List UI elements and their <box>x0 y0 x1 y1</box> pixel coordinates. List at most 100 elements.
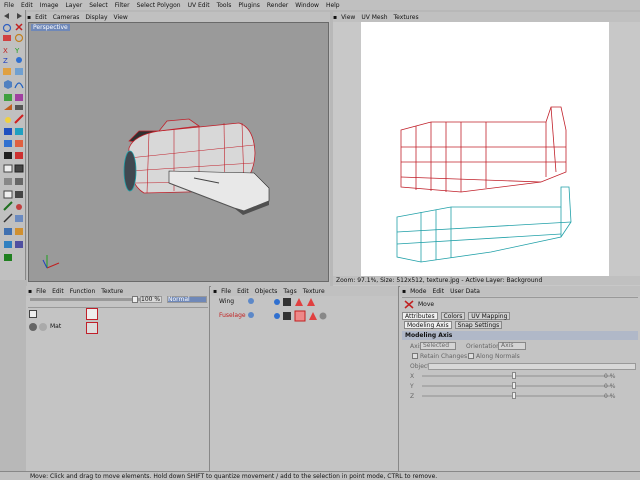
object-row-wing[interactable]: Wing <box>219 298 234 305</box>
menu-tools[interactable]: Tools <box>217 2 232 9</box>
menu-image[interactable]: Image <box>40 2 59 9</box>
grid-icon <box>4 178 12 185</box>
material-corner-icon: ▪ <box>28 287 33 295</box>
menu-edit[interactable]: Edit <box>21 2 33 9</box>
deformer-icon <box>4 104 12 110</box>
grid-icon <box>15 178 23 185</box>
menu-plugins[interactable]: Plugins <box>238 2 260 9</box>
x-label: X <box>410 373 415 380</box>
retain-changes-checkbox[interactable] <box>412 353 418 359</box>
axis-select[interactable]: Selected <box>420 342 456 350</box>
x-slider[interactable] <box>422 375 612 377</box>
material-divider <box>28 307 208 308</box>
layer-visibility-icon[interactable] <box>29 310 37 318</box>
material-ball-icon[interactable] <box>39 323 47 331</box>
along-normals-checkbox[interactable] <box>468 353 474 359</box>
viewport-menu-edit[interactable]: Edit <box>35 14 47 21</box>
airplane-model[interactable] <box>29 23 329 281</box>
tab-attributes[interactable]: Attributes <box>402 312 438 320</box>
menu-filter[interactable]: Filter <box>115 2 130 9</box>
material-ball-icon[interactable] <box>29 323 37 331</box>
tab-colors[interactable]: Colors <box>440 312 466 320</box>
uv-menu-uvmesh[interactable]: UV Mesh <box>361 14 387 21</box>
opacity-slider-handle[interactable] <box>132 296 138 303</box>
paint-icon <box>14 114 24 124</box>
material-menu-edit[interactable]: Edit <box>52 288 64 295</box>
redo-icon <box>17 13 22 19</box>
menu-help[interactable]: Help <box>326 2 340 9</box>
viewport-menu-view[interactable]: View <box>114 14 128 21</box>
render-view-icon <box>15 68 23 75</box>
viewport-canvas[interactable]: Perspective <box>28 22 329 282</box>
viewport-corner-icon: ▪ <box>27 13 32 21</box>
material-menu-function[interactable]: Function <box>70 288 96 295</box>
menu-uv-edit[interactable]: UV Edit <box>188 2 210 9</box>
uv-canvas[interactable] <box>361 22 609 276</box>
uv-menu-view[interactable]: View <box>341 14 355 21</box>
x-value[interactable]: 0 % <box>604 373 615 380</box>
menu-window[interactable]: Window <box>295 2 319 9</box>
x-slider-handle[interactable] <box>512 372 516 379</box>
move-tool-icon <box>404 300 414 309</box>
wing-tags[interactable] <box>273 297 323 307</box>
opacity-percent-field[interactable]: 100 % <box>140 296 162 303</box>
scale-icon <box>3 35 11 41</box>
spline-icon <box>14 82 24 89</box>
menu-file[interactable]: File <box>4 2 14 9</box>
along-normals-label: Along Normals <box>476 353 520 360</box>
object-link-field[interactable] <box>428 363 636 370</box>
extrude-icon <box>15 215 23 222</box>
z-slider-handle[interactable] <box>512 392 516 399</box>
mirror-icon <box>15 241 23 248</box>
objects-corner-icon: ▪ <box>213 287 218 295</box>
magnet-icon <box>16 204 22 210</box>
fuselage-tags[interactable] <box>273 310 327 322</box>
material-menu-file[interactable]: File <box>36 288 46 295</box>
objects-menu-tags[interactable]: Tags <box>283 288 296 295</box>
menu-layer[interactable]: Layer <box>65 2 82 9</box>
attributes-menu-edit[interactable]: Edit <box>432 288 444 295</box>
tab-uv-mapping[interactable]: UV Mapping <box>468 312 511 320</box>
menu-select-polygon[interactable]: Select Polygon <box>137 2 181 9</box>
tool-name: Move <box>418 301 435 308</box>
menu-render[interactable]: Render <box>267 2 288 9</box>
texture-thumb-icon[interactable] <box>86 322 98 334</box>
objects-menu-texture[interactable]: Texture <box>303 288 325 295</box>
attributes-manager: ▪ Mode Edit User Data Move Attributes Co… <box>400 286 640 471</box>
y-slider[interactable] <box>422 385 612 387</box>
bevel-icon <box>4 228 12 235</box>
orientation-select[interactable]: Axis <box>498 342 526 350</box>
retain-changes-label: Retain Changes <box>420 353 468 360</box>
viewport-menu-cameras[interactable]: Cameras <box>53 14 80 21</box>
objects-menu-edit[interactable]: Edit <box>237 288 249 295</box>
menu-select[interactable]: Select <box>89 2 108 9</box>
edges-mode-icon <box>15 128 23 135</box>
objects-menu-file[interactable]: File <box>221 288 231 295</box>
visibility-icon[interactable] <box>247 297 255 305</box>
attributes-menu-mode[interactable]: Mode <box>410 288 426 295</box>
z-value[interactable]: 0 % <box>604 393 615 400</box>
smooth-icon <box>4 254 12 261</box>
texture-thumb-icon[interactable] <box>86 308 98 320</box>
svg-text:X: X <box>3 47 8 55</box>
material-name[interactable]: Mat <box>50 323 61 330</box>
z-label: Z <box>410 393 415 400</box>
visibility-icon[interactable] <box>247 311 255 319</box>
render-icon <box>3 68 11 75</box>
viewport-menu-display[interactable]: Display <box>85 14 107 21</box>
y-value[interactable]: 0 % <box>604 383 615 390</box>
toolbar-icons[interactable]: X Y Z <box>0 10 26 280</box>
object-row-fuselage[interactable]: Fuselage <box>219 312 246 319</box>
attributes-menu-userdata[interactable]: User Data <box>450 288 480 295</box>
uv-mesh-layout[interactable] <box>361 22 609 276</box>
z-slider[interactable] <box>422 395 612 397</box>
uv-points-icon <box>15 140 23 147</box>
material-menu-texture[interactable]: Texture <box>101 288 123 295</box>
blend-mode-select[interactable]: Normal <box>167 296 207 303</box>
uv-menu-textures[interactable]: Textures <box>394 14 419 21</box>
tab-modeling-axis[interactable]: Modeling Axis <box>404 321 452 329</box>
tab-snap-settings[interactable]: Snap Settings <box>454 321 503 329</box>
y-slider-handle[interactable] <box>512 382 516 389</box>
objects-menu-objects[interactable]: Objects <box>255 288 278 295</box>
objects-menubar: ▪ File Edit Objects Tags Texture <box>211 286 398 296</box>
